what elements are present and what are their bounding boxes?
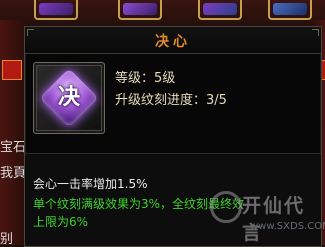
rune-glyph: 决 bbox=[57, 85, 80, 110]
tooltip-divider bbox=[25, 153, 321, 154]
rune-effect-text: 会心一击率增加1.5% bbox=[33, 177, 148, 191]
tooltip-title-bar: 决心 bbox=[25, 27, 321, 54]
background-item-slot bbox=[198, 0, 242, 20]
tooltip-title: 决心 bbox=[155, 34, 191, 50]
watermark-logo-icon bbox=[210, 191, 242, 223]
site-watermark: 开仙代言 www.SXDS.COM bbox=[210, 191, 325, 245]
background-item-slot bbox=[118, 0, 162, 20]
rune-upgrade-progress: 升级纹刻进度：3/5 bbox=[115, 93, 227, 108]
background-left-panel bbox=[0, 20, 26, 245]
background-button-icon bbox=[2, 60, 22, 80]
background-text: 别 bbox=[0, 232, 14, 247]
background-text: 宝石 bbox=[0, 140, 27, 155]
frame-corner-icon bbox=[312, 29, 319, 36]
watermark-title: 开仙代言 bbox=[242, 195, 306, 244]
rune-level: 等级：5级 bbox=[115, 71, 176, 86]
background-item-slot bbox=[34, 0, 78, 20]
background-item-slot bbox=[268, 0, 312, 20]
rune-bonus-text: 上限为6% bbox=[33, 215, 89, 229]
watermark-url: www.SXDS.COM bbox=[250, 221, 325, 232]
rune-icon-frame: 决 bbox=[33, 62, 105, 134]
background-text: 我頁 bbox=[0, 166, 27, 181]
frame-corner-icon bbox=[27, 29, 34, 36]
